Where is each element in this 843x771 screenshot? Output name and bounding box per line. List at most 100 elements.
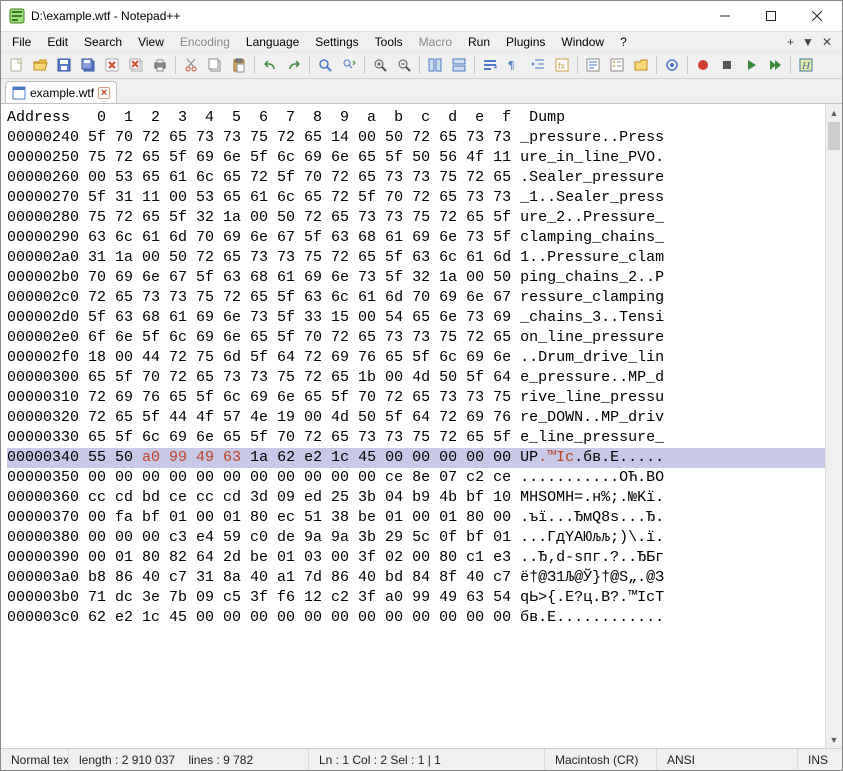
record-button[interactable] <box>692 54 714 76</box>
find-button[interactable] <box>314 54 336 76</box>
toolbar: ¶ fx H <box>1 51 842 79</box>
zoom-in-button[interactable] <box>369 54 391 76</box>
tab-label: example.wtf <box>30 86 94 100</box>
close-all-button[interactable] <box>125 54 147 76</box>
new-tab-plus-icon[interactable]: + <box>787 35 794 49</box>
hex-row: 000003a0 b8 86 40 c7 31 8a 40 a1 7d 86 4… <box>7 568 825 588</box>
menu-search[interactable]: Search <box>77 33 129 51</box>
status-encoding: ANSI <box>657 749 798 770</box>
tab-example-wtf[interactable]: example.wtf × <box>5 81 117 103</box>
file-icon <box>12 86 26 100</box>
hex-row: 00000260 00 53 65 61 6c 65 72 5f 70 72 6… <box>7 168 825 188</box>
highlight-button[interactable]: H <box>795 54 817 76</box>
hex-row: 00000290 63 6c 61 6d 70 69 6e 67 5f 63 6… <box>7 228 825 248</box>
menu-window[interactable]: Window <box>554 33 611 51</box>
menu-language[interactable]: Language <box>239 33 306 51</box>
monitor-button[interactable] <box>661 54 683 76</box>
hex-row: 000003b0 71 dc 3e 7b 09 c5 3f f6 12 c2 3… <box>7 588 825 608</box>
minimize-button[interactable] <box>702 1 748 31</box>
hex-row: 00000280 75 72 65 5f 32 1a 00 50 72 65 7… <box>7 208 825 228</box>
hex-row: 00000310 72 69 76 65 5f 6c 69 6e 65 5f 7… <box>7 388 825 408</box>
scroll-up-arrow-icon[interactable]: ▲ <box>826 104 842 121</box>
hex-row: 000003c0 62 e2 1c 45 00 00 00 00 00 00 0… <box>7 608 825 628</box>
play-multi-button[interactable] <box>764 54 786 76</box>
hex-row: 00000270 5f 31 11 00 53 65 61 6c 65 72 5… <box>7 188 825 208</box>
hex-row: 000002a0 31 1a 00 50 72 65 73 73 75 72 6… <box>7 248 825 268</box>
menu-macro[interactable]: Macro <box>412 33 459 51</box>
hex-row: 00000360 cc cd bd ce cc cd 3d 09 ed 25 3… <box>7 488 825 508</box>
hex-editor[interactable]: Address 0 1 2 3 4 5 6 7 8 9 a b c d e f … <box>1 104 825 748</box>
hex-row: 000002f0 18 00 44 72 75 6d 5f 64 72 69 7… <box>7 348 825 368</box>
hex-header: Address 0 1 2 3 4 5 6 7 8 9 a b c d e f … <box>7 108 825 128</box>
menu-tools[interactable]: Tools <box>368 33 410 51</box>
menu-run[interactable]: Run <box>461 33 497 51</box>
undo-button[interactable] <box>259 54 281 76</box>
tabstrip: example.wtf × <box>1 79 842 103</box>
close-button[interactable] <box>794 1 840 31</box>
save-all-button[interactable] <box>77 54 99 76</box>
sync-h-button[interactable] <box>448 54 470 76</box>
hex-row: 00000330 65 5f 6c 69 6e 65 5f 70 72 65 7… <box>7 428 825 448</box>
copy-button[interactable] <box>204 54 226 76</box>
dropdown-arrow-icon[interactable]: ▼ <box>802 35 814 49</box>
open-button[interactable] <box>29 54 51 76</box>
hex-row: 00000250 75 72 65 5f 69 6e 5f 6c 69 6e 6… <box>7 148 825 168</box>
paste-button[interactable] <box>228 54 250 76</box>
hex-row: 000002b0 70 69 6e 67 5f 63 68 61 69 6e 7… <box>7 268 825 288</box>
vertical-scrollbar[interactable]: ▲ ▼ <box>825 104 842 748</box>
hex-row: 00000350 00 00 00 00 00 00 00 00 00 00 0… <box>7 468 825 488</box>
zoom-out-button[interactable] <box>393 54 415 76</box>
hex-row: 00000380 00 00 00 c3 e4 59 c0 de 9a 9a 3… <box>7 528 825 548</box>
status-filetype: Normal text file <box>1 749 69 770</box>
hex-row: 00000320 72 65 5f 44 4f 57 4e 19 00 4d 5… <box>7 408 825 428</box>
indent-button[interactable] <box>527 54 549 76</box>
status-position: Ln : 1 Col : 2 Sel : 1 | 1 <box>309 749 545 770</box>
print-button[interactable] <box>149 54 171 76</box>
app-icon <box>9 8 25 24</box>
hex-row: 00000390 00 01 80 82 64 2d be 01 03 00 3… <box>7 548 825 568</box>
folder-button[interactable] <box>630 54 652 76</box>
stop-button[interactable] <box>716 54 738 76</box>
hex-row: 00000370 00 fa bf 01 00 01 80 ec 51 38 b… <box>7 508 825 528</box>
new-button[interactable] <box>5 54 27 76</box>
scroll-down-arrow-icon[interactable]: ▼ <box>826 731 842 748</box>
wrap-button[interactable] <box>479 54 501 76</box>
window-title: D:\example.wtf - Notepad++ <box>31 9 702 23</box>
hex-row: 000002d0 5f 63 68 61 69 6e 73 5f 33 15 0… <box>7 308 825 328</box>
sync-v-button[interactable] <box>424 54 446 76</box>
hex-row: 00000300 65 5f 70 72 65 73 73 75 72 65 1… <box>7 368 825 388</box>
status-ins: INS <box>798 749 842 770</box>
menu-file[interactable]: File <box>5 33 38 51</box>
hex-row: 00000340 55 50 a0 99 49 63 1a 62 e2 1c 4… <box>7 448 825 468</box>
statusbar: Normal text file length : 2 910 037 line… <box>1 748 842 770</box>
all-chars-button[interactable]: ¶ <box>503 54 525 76</box>
titlebar: D:\example.wtf - Notepad++ <box>1 1 842 31</box>
redo-button[interactable] <box>283 54 305 76</box>
doc-map-button[interactable] <box>582 54 604 76</box>
close-button[interactable] <box>101 54 123 76</box>
menu-encoding[interactable]: Encoding <box>173 33 237 51</box>
menubar: File Edit Search View Encoding Language … <box>1 31 842 51</box>
maximize-button[interactable] <box>748 1 794 31</box>
hex-row: 000002e0 6f 6e 5f 6c 69 6e 65 5f 70 72 6… <box>7 328 825 348</box>
replace-button[interactable] <box>338 54 360 76</box>
scrollbar-thumb[interactable] <box>828 122 840 150</box>
menu-settings[interactable]: Settings <box>308 33 365 51</box>
menu-plugins[interactable]: Plugins <box>499 33 552 51</box>
status-eol: Macintosh (CR) <box>545 749 657 770</box>
func-list-button[interactable] <box>606 54 628 76</box>
save-button[interactable] <box>53 54 75 76</box>
lang-button[interactable]: fx <box>551 54 573 76</box>
play-button[interactable] <box>740 54 762 76</box>
menu-edit[interactable]: Edit <box>40 33 75 51</box>
svg-text:H: H <box>801 60 811 72</box>
menu-view[interactable]: View <box>131 33 171 51</box>
svg-text:¶: ¶ <box>508 59 515 72</box>
menu-help[interactable]: ? <box>613 33 634 51</box>
tab-close-icon[interactable]: × <box>98 87 110 99</box>
svg-text:fx: fx <box>558 61 566 71</box>
status-length: length : 2 910 037 lines : 9 782 <box>69 749 309 770</box>
hex-row: 000002c0 72 65 73 73 75 72 65 5f 63 6c 6… <box>7 288 825 308</box>
menu-close-icon[interactable]: ✕ <box>822 35 832 49</box>
cut-button[interactable] <box>180 54 202 76</box>
